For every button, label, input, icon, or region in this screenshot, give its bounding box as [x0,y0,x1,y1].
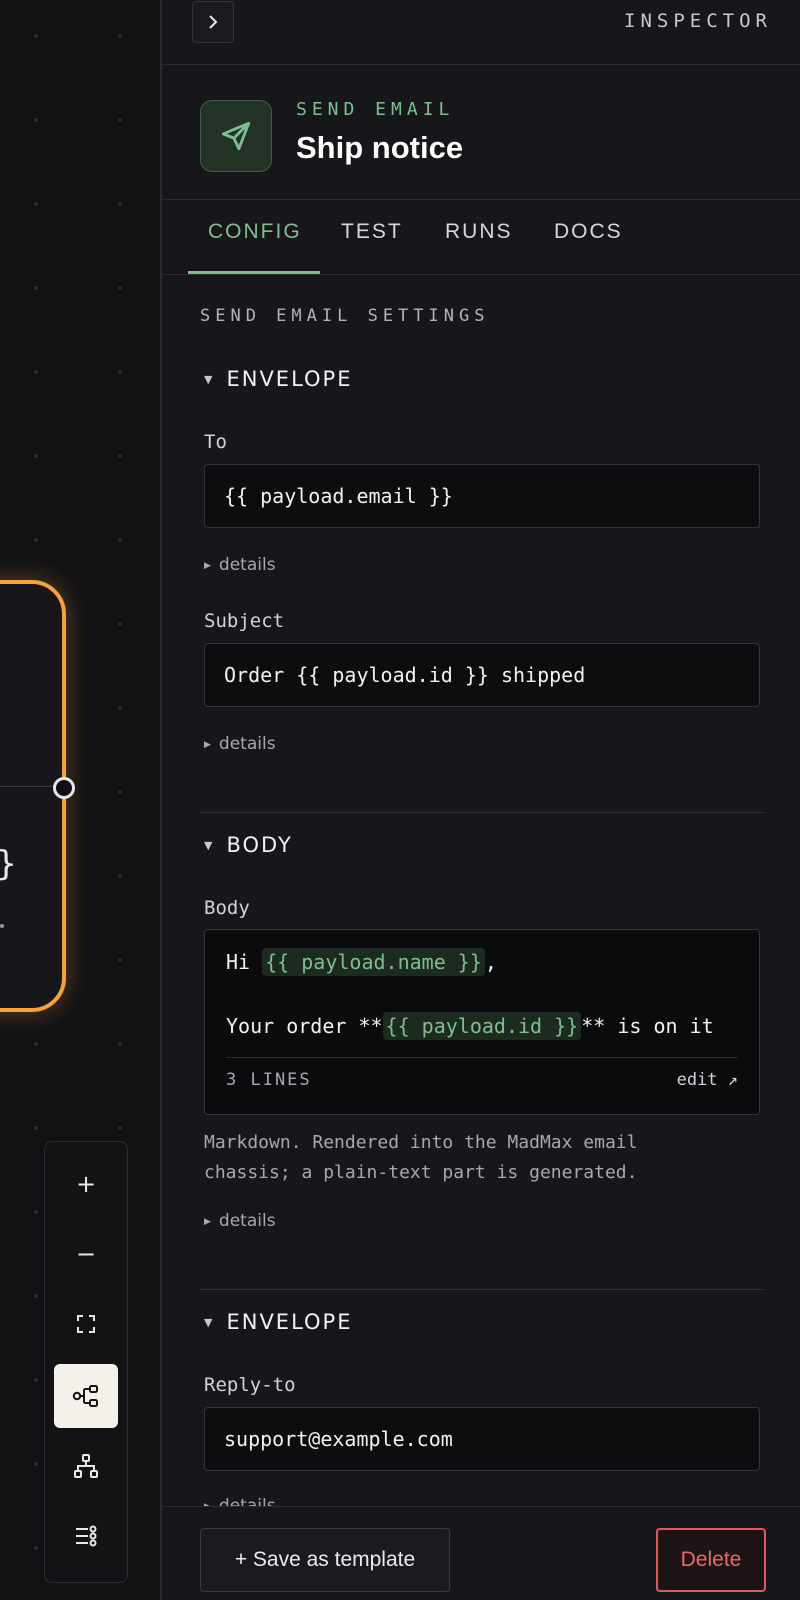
reply-to-field[interactable]: support@example.com [204,1407,760,1471]
group-toggle-envelope[interactable]: ▼ ENVELOPE [204,367,353,391]
inspector-panel: INSPECTOR SEND EMAIL Ship notice CONFIG … [160,0,800,1600]
zoom-in-icon: + [75,1170,97,1198]
group-name: ENVELOPE [226,1310,353,1334]
collapse-inspector-button[interactable] [192,1,234,43]
tab-config[interactable]: CONFIG [208,220,302,244]
group-toggle-body[interactable]: ▼ BODY [204,833,293,857]
inspector-footer: + Save as template Delete [162,1506,800,1600]
zoom-in-button[interactable]: + [54,1152,118,1216]
settings-section-title: SEND EMAIL SETTINGS [200,306,490,326]
details-label: details [218,734,276,754]
node-indicator-dot [0,924,4,928]
list-settings-button[interactable] [54,1504,118,1568]
selected-workflow-node[interactable]: } [0,580,75,1012]
inspector-title: INSPECTOR [624,10,772,32]
node-brace-text: } [0,844,16,884]
template-variable: {{ payload.name }} [262,948,485,976]
hierarchy-icon [74,1454,98,1478]
chevron-right-icon [209,15,218,29]
active-tab-indicator [188,271,320,274]
node-output-port[interactable] [53,777,75,799]
fit-view-icon [77,1315,95,1333]
delete-node-button[interactable]: Delete [656,1528,766,1592]
body-text: , [484,950,497,974]
body-editor[interactable]: Hi {{ payload.name }}, Your order **{{ p… [204,929,760,1115]
caret-down-icon: ▼ [204,372,213,386]
auto-layout-icon [72,1385,98,1407]
zoom-out-button[interactable]: − [54,1222,118,1286]
workflow-canvas[interactable]: } + − [0,0,160,1600]
field-label-reply-to: Reply-to [204,1374,296,1396]
canvas-toolbar: + − [44,1141,128,1583]
body-text: Hi [226,950,263,974]
inspector-tabs: CONFIG TEST RUNS DOCS [162,200,800,275]
subject-field[interactable]: Order {{ payload.id }} shipped [204,643,760,707]
group-divider [200,1289,764,1290]
zoom-out-icon: − [75,1240,97,1268]
group-divider [200,812,764,813]
save-as-template-button[interactable]: + Save as template [200,1528,450,1592]
caret-right-icon: ▶ [204,1217,211,1227]
body-text: Your order ** [226,1014,383,1038]
caret-right-icon: ▶ [204,740,211,750]
template-variable: {{ payload.id }} [382,1012,582,1040]
node-kind-label: SEND EMAIL [296,99,455,120]
caret-down-icon: ▼ [204,838,213,852]
details-toggle-reply-to[interactable]: ▶details [204,1496,276,1506]
body-footer-divider [226,1057,738,1058]
details-label: details [218,1211,276,1231]
group-name: ENVELOPE [226,367,353,391]
fit-view-button[interactable] [54,1292,118,1356]
details-toggle-to[interactable]: ▶ details [204,555,276,575]
group-name: BODY [226,833,293,857]
details-toggle-body[interactable]: ▶ details [204,1211,276,1231]
details-label: details [218,555,276,575]
details-toggle-subject[interactable]: ▶ details [204,734,276,754]
field-label-to: To [204,431,227,453]
tab-test[interactable]: TEST [341,220,403,244]
body-help-text: Markdown. Rendered into the MadMax email… [204,1132,638,1183]
caret-right-icon: ▶ [204,561,211,571]
inspector-header: INSPECTOR [162,0,800,65]
body-line-2: Your order **{{ payload.id }} ** is on it [226,1012,714,1040]
details-label: details [218,1496,276,1506]
node-title[interactable]: Ship notice [296,130,463,166]
group-toggle-envelope-2[interactable]: ▼ ENVELOPE [204,1310,353,1334]
settings-scroll-area[interactable]: SEND EMAIL SETTINGS ▼ ENVELOPE To {{ pay… [162,276,800,1506]
caret-down-icon: ▼ [204,1315,213,1329]
to-field[interactable]: {{ payload.email }} [204,464,760,528]
field-label-body: Body [204,897,250,919]
line-count: 3 LINES [226,1070,312,1090]
tab-docs[interactable]: DOCS [554,220,623,244]
list-settings-icon [76,1525,97,1547]
tab-runs[interactable]: RUNS [445,220,513,244]
edit-body-link[interactable]: edit ↗ [677,1070,738,1090]
field-label-subject: Subject [204,610,285,632]
send-icon [221,121,251,151]
node-type-badge [200,100,272,172]
auto-layout-button[interactable] [54,1364,118,1428]
body-text: ** is on it [581,1014,714,1038]
hierarchy-button[interactable] [54,1434,118,1498]
body-line-1: Hi {{ payload.name }}, [226,948,497,976]
node-header: SEND EMAIL Ship notice [162,65,800,200]
